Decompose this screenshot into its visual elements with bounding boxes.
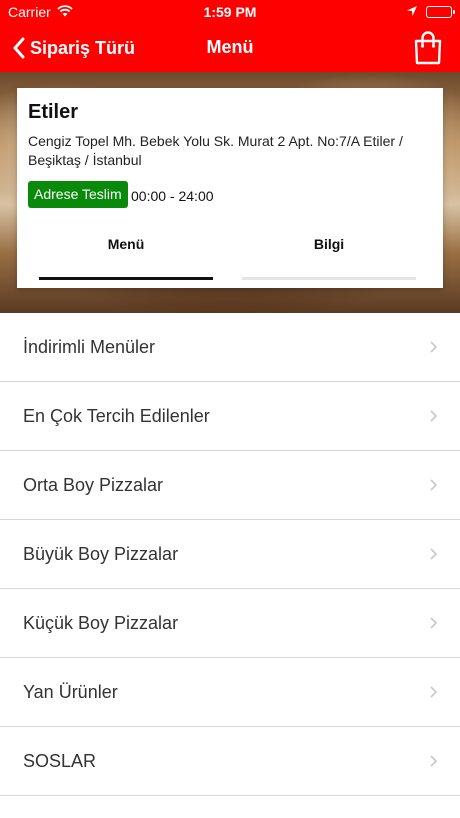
category-label: Orta Boy Pizzalar [23,475,164,495]
battery-icon [426,6,455,18]
category-item-buyuk-boy-pizzalar[interactable]: Büyük Boy Pizzalar [0,520,460,589]
chevron-right-icon [430,341,438,353]
chevron-right-icon [430,479,438,491]
category-item-indirimli-menuler[interactable]: İndirimli Menüler [0,313,460,382]
location-arrow-icon [407,6,417,16]
chevron-right-icon [430,410,438,422]
category-item-yan-urunler[interactable]: Yan Ürünler [0,658,460,727]
category-list: İndirimli Menüler En Çok Tercih Edilenle… [0,313,460,796]
nav-bar: Sipariş Türü Menü [0,24,460,72]
opening-hours: 00:00 - 24:00 [131,188,214,204]
category-label: Büyük Boy Pizzalar [23,544,179,564]
back-button-label: Sipariş Türü [30,37,136,58]
category-label: SOSLAR [23,751,97,771]
tab-indicator [242,277,416,280]
category-item-kucuk-boy-pizzalar[interactable]: Küçük Boy Pizzalar [0,589,460,658]
category-label: Yan Ürünler [23,682,118,702]
chevron-right-icon [430,686,438,698]
chevron-right-icon [430,755,438,767]
chevron-right-icon [430,548,438,560]
category-item-orta-boy-pizzalar[interactable]: Orta Boy Pizzalar [0,451,460,520]
tab-info-label: Bilgi [313,236,345,252]
shopping-bag-icon [414,31,442,65]
tab-active-indicator [39,277,213,280]
store-name: Etiler [28,101,79,123]
category-label: İndirimli Menüler [23,337,156,357]
category-item-en-cok-tercih-edilenler[interactable]: En Çok Tercih Edilenler [0,382,460,451]
store-address: Cengiz Topel Mh. Bebek Yolu Sk. Murat 2 … [28,133,403,168]
category-item-soslar[interactable]: SOSLAR [0,727,460,796]
tab-info[interactable]: Bilgi [242,224,416,280]
tab-menu[interactable]: Menü [39,224,213,280]
category-label: Küçük Boy Pizzalar [23,613,179,633]
back-button[interactable]: Sipariş Türü [12,34,135,62]
delivery-type-badge: Adrese Teslim [28,181,128,208]
tab-menu-label: Menü [107,236,145,252]
status-time: 1:59 PM [203,4,257,20]
chevron-left-icon [13,37,25,59]
store-info-card: Etiler Cengiz Topel Mh. Bebek Yolu Sk. M… [17,88,443,288]
status-bar: Carrier 1:59 PM [0,0,460,24]
category-label: En Çok Tercih Edilenler [23,406,210,426]
chevron-right-icon [430,617,438,629]
cart-button[interactable] [412,30,444,66]
